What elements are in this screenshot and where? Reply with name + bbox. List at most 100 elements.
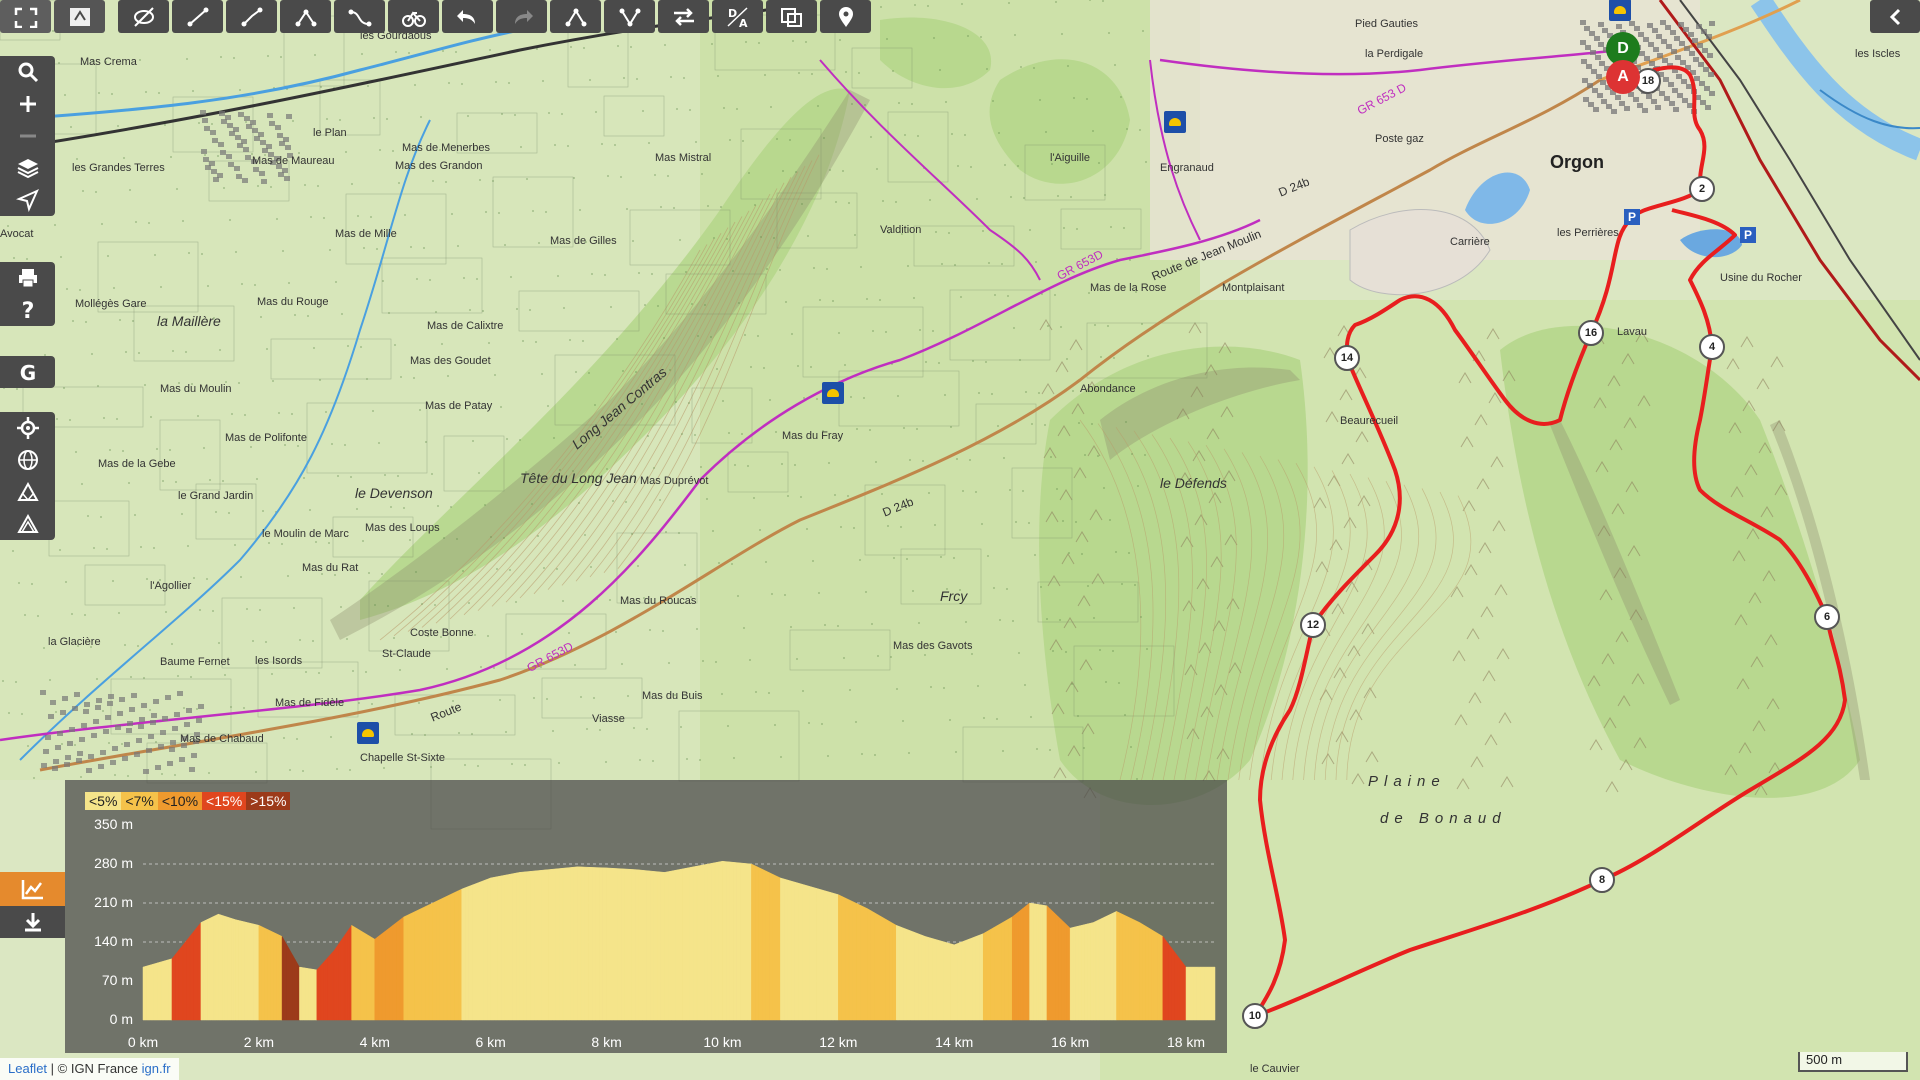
waypoint-marker[interactable]: 12: [1300, 612, 1326, 638]
layers-icon: [17, 159, 38, 179]
bike-route-button[interactable]: [388, 0, 439, 33]
globe-button[interactable]: [0, 444, 55, 476]
draw-straight-button[interactable]: [226, 0, 277, 33]
elevation-segment: [1038, 904, 1041, 1021]
waypoint-marker[interactable]: 10: [1242, 1003, 1268, 1029]
waypoint-marker[interactable]: 16: [1578, 320, 1604, 346]
route-button[interactable]: [334, 0, 385, 33]
elevation-segment: [222, 915, 226, 1021]
search-button[interactable]: [0, 56, 55, 88]
hide-track-button[interactable]: [118, 0, 169, 33]
elevation-segment: [906, 929, 912, 1021]
elevation-profile[interactable]: <5% <7% <10% <15% >15% 350 m 280 m 210 m 140 m 7…: [65, 780, 1227, 1053]
download-button[interactable]: [0, 906, 65, 938]
cycle-a-button[interactable]: [0, 476, 55, 508]
gps-track-button[interactable]: [54, 0, 105, 33]
marker-button[interactable]: [820, 0, 871, 33]
elevation-segment: [1107, 913, 1111, 1021]
sidebar-group-google: G: [0, 356, 55, 388]
y-tick-label: 140 m: [94, 933, 133, 949]
elevation-segment: [1001, 920, 1006, 1021]
waypoint-marker[interactable]: 2: [1689, 176, 1715, 202]
fullscreen-button[interactable]: [0, 0, 51, 33]
elevation-segment: [707, 863, 712, 1021]
map-label: Poste gaz: [1375, 133, 1424, 145]
crosshair-button[interactable]: [0, 412, 55, 444]
elevation-segment: [819, 889, 825, 1021]
slope-legend-item: <10%: [157, 792, 203, 810]
map-label: Mas de Gilles: [550, 235, 617, 247]
search-icon: [18, 62, 38, 83]
elevation-segment: [925, 936, 930, 1021]
elevation-segment: [816, 888, 821, 1021]
elevation-segment: [544, 869, 549, 1021]
elevation-segment: [646, 870, 651, 1021]
elevation-segment: [175, 948, 180, 1021]
join-button[interactable]: [604, 0, 655, 33]
locate-button[interactable]: [0, 184, 55, 216]
bike-route-icon: [401, 10, 426, 27]
elevation-segment: [450, 892, 455, 1021]
elevation-segment: [305, 967, 309, 1021]
x-tick-label: 2 km: [243, 1034, 275, 1050]
elevation-segment: [526, 871, 531, 1021]
redo-button[interactable]: [496, 0, 547, 33]
map-label: le Défends: [1160, 475, 1227, 491]
elevation-segment: [856, 902, 861, 1021]
zoom-in-button[interactable]: [0, 88, 55, 120]
elevation-segment: [1024, 904, 1028, 1021]
cycle-b-button[interactable]: [0, 508, 55, 540]
google-button[interactable]: G: [0, 356, 55, 388]
undo-button[interactable]: [442, 0, 493, 33]
waypoint-marker[interactable]: 14: [1334, 345, 1360, 371]
elevation-segment: [1139, 922, 1143, 1021]
leaflet-link[interactable]: Leaflet: [8, 1061, 47, 1076]
elevation-segment: [805, 884, 810, 1021]
elevation-segment: [845, 897, 850, 1021]
help-button[interactable]: ?: [0, 294, 55, 326]
map-label: Mas de Chabaud: [180, 733, 264, 745]
elevation-segment: [211, 915, 215, 1021]
layers-button[interactable]: [0, 152, 55, 184]
waypoint-marker[interactable]: 6: [1814, 604, 1840, 630]
map-label: Mas Mistral: [655, 152, 712, 164]
elevation-segment: [932, 938, 937, 1021]
collapse-button[interactable]: [1870, 0, 1920, 33]
reverse-button[interactable]: [658, 0, 709, 33]
elevation-toggle-button[interactable]: [0, 872, 65, 906]
map-label: Pied Gauties: [1355, 18, 1418, 30]
arrival-marker[interactable]: A: [1606, 60, 1640, 94]
ign-link[interactable]: ign.fr: [142, 1061, 171, 1076]
parking-icon: P: [1624, 209, 1640, 225]
elevation-segment: [1069, 927, 1074, 1021]
copy-button[interactable]: [766, 0, 817, 33]
elevation-segment: [1084, 923, 1088, 1021]
elevation-segment: [729, 861, 734, 1021]
waypoint-marker[interactable]: 4: [1699, 334, 1725, 360]
zoom-out-icon: [19, 134, 36, 138]
svg-text:A: A: [739, 17, 748, 28]
elevation-segment: [602, 867, 607, 1021]
add-point-button[interactable]: [280, 0, 331, 33]
print-button[interactable]: [0, 262, 55, 294]
draw-line-button[interactable]: [172, 0, 223, 33]
elevation-chart: [142, 860, 1216, 1021]
elevation-segment: [318, 964, 322, 1021]
elevation-segment: [1058, 916, 1062, 1021]
elevation-segment: [667, 870, 673, 1021]
elevation-segment: [1168, 943, 1172, 1021]
map-label: Mas de Patay: [425, 400, 493, 412]
elevation-segment: [700, 864, 705, 1021]
elevation-segment: [765, 870, 770, 1021]
elevation-segment: [1159, 934, 1164, 1021]
zoom-out-button[interactable]: [0, 120, 55, 152]
crosshair-icon: [16, 417, 39, 439]
elevation-segment: [693, 865, 698, 1021]
elevation-segment: [329, 952, 333, 1021]
split-button[interactable]: [550, 0, 601, 33]
elevation-segment: [497, 875, 502, 1021]
help-icon: ?: [21, 299, 34, 322]
elevation-segment: [928, 937, 933, 1021]
start-end-button[interactable]: DA: [712, 0, 763, 33]
waypoint-marker[interactable]: 8: [1589, 867, 1615, 893]
